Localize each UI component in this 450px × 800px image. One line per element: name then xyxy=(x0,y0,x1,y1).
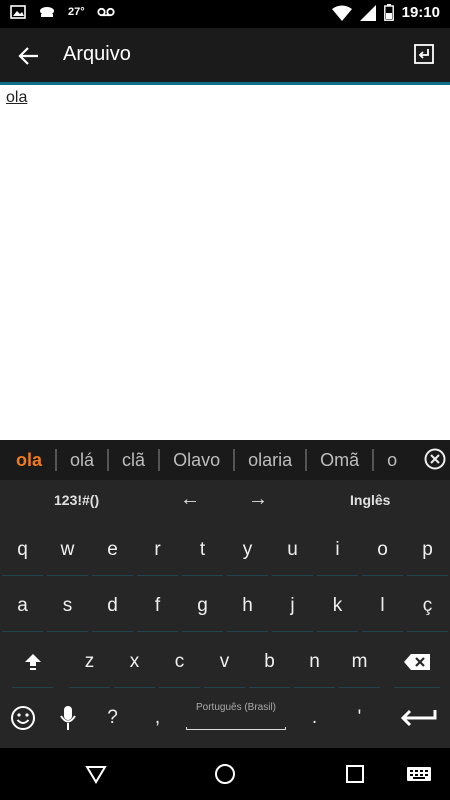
symbols-key[interactable]: 123!#() xyxy=(54,492,99,508)
suggestion-item[interactable]: ola xyxy=(0,449,55,471)
signal-icon xyxy=(359,4,376,21)
key-t[interactable]: t xyxy=(180,522,225,578)
editor-text[interactable]: ola xyxy=(6,89,27,107)
enter-arrow-icon xyxy=(400,709,437,727)
home-circle-icon[interactable] xyxy=(213,762,237,786)
voice-input-key[interactable] xyxy=(45,690,90,746)
key-row-1: q w e r t y u i o p xyxy=(0,522,450,578)
soft-keyboard: ola olá clã Olavo olaria Omã o 123!#() ←… xyxy=(0,440,450,748)
key-z[interactable]: z xyxy=(67,634,112,690)
key-c[interactable]: c xyxy=(157,634,202,690)
keyboard-switch-icon[interactable] xyxy=(406,762,432,786)
navigation-bar xyxy=(0,748,450,800)
clock: 19:10 xyxy=(401,4,440,21)
image-icon xyxy=(10,5,26,19)
close-suggestions-icon[interactable] xyxy=(424,448,446,470)
key-k[interactable]: k xyxy=(315,578,360,634)
apostrophe-key[interactable]: ' xyxy=(337,690,382,746)
question-mark-key[interactable]: ? xyxy=(90,690,135,746)
key-i[interactable]: i xyxy=(315,522,360,578)
suggestion-item[interactable]: Omã xyxy=(305,449,372,471)
space-key-label: Português (Brasil) xyxy=(195,702,277,713)
back-triangle-icon[interactable] xyxy=(84,762,108,786)
battery-icon xyxy=(383,4,394,21)
suggestion-item[interactable]: Olavo xyxy=(158,449,233,471)
voicemail-icon xyxy=(97,7,115,17)
key-f[interactable]: f xyxy=(135,578,180,634)
key-u[interactable]: u xyxy=(270,522,315,578)
emoji-icon xyxy=(10,706,35,730)
key-l[interactable]: l xyxy=(360,578,405,634)
suggestion-item[interactable]: olá xyxy=(55,449,107,471)
status-bar: 27° 19:10 xyxy=(0,0,450,28)
suggestion-strip: ola olá clã Olavo olaria Omã o xyxy=(0,440,450,480)
emoji-key[interactable] xyxy=(0,690,45,746)
key-a[interactable]: a xyxy=(0,578,45,634)
key-y[interactable]: y xyxy=(225,522,270,578)
key-c-cedilla[interactable]: ç xyxy=(405,578,450,634)
key-v[interactable]: v xyxy=(202,634,247,690)
space-key[interactable]: Português (Brasil) xyxy=(186,698,286,738)
key-g[interactable]: g xyxy=(180,578,225,634)
page-title: Arquivo xyxy=(63,43,131,65)
key-m[interactable]: m xyxy=(337,634,382,690)
key-w[interactable]: w xyxy=(45,522,90,578)
microphone-icon xyxy=(59,706,76,730)
wifi-icon xyxy=(331,5,352,21)
keyboard-toolbar: 123!#() ← → Inglês xyxy=(0,480,450,522)
key-e[interactable]: e xyxy=(90,522,135,578)
key-row-3: z x c v b n m xyxy=(0,634,450,690)
cursor-left-key[interactable]: ← xyxy=(180,488,200,511)
key-x[interactable]: x xyxy=(112,634,157,690)
recents-square-icon[interactable] xyxy=(343,762,367,786)
backspace-icon xyxy=(404,654,430,670)
comma-key[interactable]: , xyxy=(135,690,180,746)
key-j[interactable]: j xyxy=(270,578,315,634)
key-p[interactable]: p xyxy=(405,522,450,578)
enter-key[interactable] xyxy=(392,690,444,746)
text-editor[interactable]: ola xyxy=(0,85,450,440)
key-h[interactable]: h xyxy=(225,578,270,634)
key-o[interactable]: o xyxy=(360,522,405,578)
keyboard-return-icon[interactable] xyxy=(412,42,436,66)
key-s[interactable]: s xyxy=(45,578,90,634)
key-d[interactable]: d xyxy=(90,578,135,634)
cloud-icon xyxy=(40,7,54,17)
cursor-right-key[interactable]: → xyxy=(248,488,268,511)
temperature-text: 27° xyxy=(68,6,85,18)
key-r[interactable]: r xyxy=(135,522,180,578)
language-switch-key[interactable]: Inglês xyxy=(350,492,390,508)
key-row-bottom: ? , Português (Brasil) . ' xyxy=(0,690,450,746)
key-n[interactable]: n xyxy=(292,634,337,690)
shift-icon xyxy=(24,654,41,670)
space-key-indicator xyxy=(186,727,286,730)
key-q[interactable]: q xyxy=(0,522,45,578)
shift-key[interactable] xyxy=(10,634,55,690)
app-bar: Arquivo xyxy=(0,28,450,82)
key-row-2: a s d f g h j k l ç xyxy=(0,578,450,634)
backspace-key[interactable] xyxy=(392,634,442,690)
suggestion-item[interactable]: clã xyxy=(107,449,158,471)
back-arrow-icon[interactable] xyxy=(14,41,44,71)
suggestion-item[interactable]: olaria xyxy=(233,449,305,471)
period-key[interactable]: . xyxy=(292,690,337,746)
suggestion-item[interactable]: o xyxy=(372,449,410,471)
key-b[interactable]: b xyxy=(247,634,292,690)
